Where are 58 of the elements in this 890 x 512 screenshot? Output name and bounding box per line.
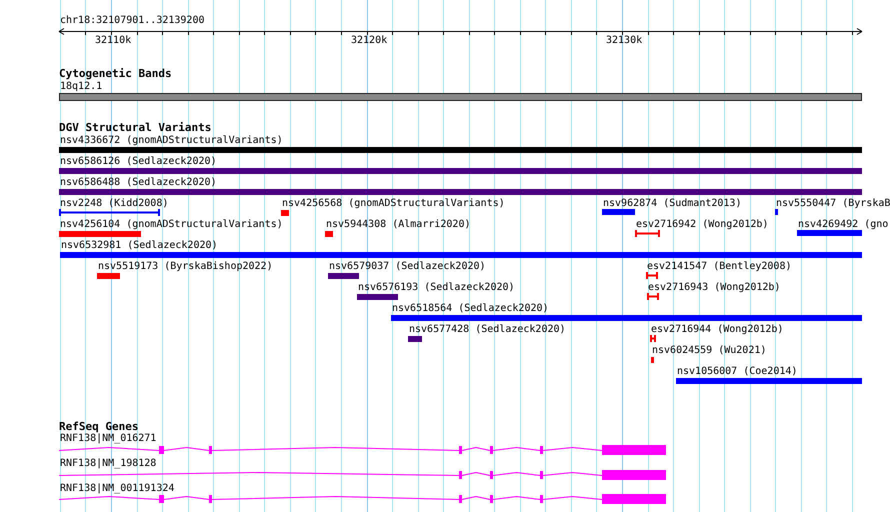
tick-label: 32120k (351, 35, 388, 46)
variant-bar[interactable] (59, 189, 862, 195)
variant-label: nsv2248 (Kidd2008) (60, 198, 168, 209)
variant-span[interactable] (647, 293, 659, 300)
variant-bar[interactable] (775, 209, 778, 215)
track-title: RefSeq Genes (59, 421, 138, 432)
variant-bar[interactable] (602, 209, 635, 215)
variant-label: nsv4256568 (gnomADStructuralVariants) (282, 198, 505, 209)
tick-label: 32130k (606, 35, 642, 46)
band-label: 18q12.1 (60, 81, 102, 92)
variant-label: nsv6532981 (Sedlazeck2020) (61, 240, 218, 251)
variant-label: nsv6576193 (Sedlazeck2020) (358, 282, 515, 293)
variant-label: esv2141547 (Bentley2008) (647, 261, 792, 272)
variant-span[interactable] (646, 272, 658, 279)
variant-label: nsv6577428 (Sedlazeck2020) (409, 324, 566, 335)
gene-model[interactable] (59, 494, 666, 504)
variant-bar[interactable] (391, 315, 862, 321)
variant-label: nsv4336672 (gnomADStructuralVariants) (60, 135, 283, 146)
variant-bar[interactable] (797, 230, 862, 236)
variant-label: nsv962874 (Sudmant2013) (603, 198, 742, 209)
variant-bar[interactable] (408, 336, 422, 342)
variant-label: nsv4269492 (gno (798, 219, 888, 230)
variant-bar[interactable] (60, 252, 862, 258)
variant-label: nsv4256104 (gnomADStructuralVariants) (60, 219, 283, 230)
gene-model[interactable] (59, 445, 666, 455)
location-label: chr18:32107901..32139200 (60, 15, 204, 26)
variant-label: nsv5944308 (Almarri2020) (326, 219, 470, 230)
variant-label: nsv5550447 (ByrskaB (776, 198, 890, 209)
variant-bar[interactable] (59, 231, 141, 237)
variant-label: nsv1056007 (Coe2014) (677, 366, 798, 377)
gene-label: RNF138|NM_198128 (60, 458, 156, 469)
gene-label: RNF138|NM_001191324 (60, 483, 174, 494)
variant-bar[interactable] (651, 357, 654, 363)
variant-span[interactable] (635, 230, 660, 237)
tick-label: 32110k (95, 35, 132, 46)
variant-span[interactable] (59, 209, 160, 216)
variant-label: nsv6024559 (Wu2021) (652, 345, 766, 356)
variant-label: nsv6518564 (Sedlazeck2020) (392, 303, 549, 314)
variant-span[interactable] (650, 335, 656, 342)
variant-bar[interactable] (59, 168, 862, 174)
variant-label: esv2716942 (Wong2012b) (636, 219, 768, 230)
variant-bar[interactable] (357, 294, 398, 300)
track-title: Cytogenetic Bands (59, 68, 172, 79)
variant-bar[interactable] (328, 273, 359, 279)
track-title: DGV Structural Variants (59, 122, 212, 133)
gene-model[interactable] (59, 470, 666, 480)
variant-label: nsv6586488 (Sedlazeck2020) (60, 177, 217, 188)
variant-label: nsv6579037 (Sedlazeck2020) (329, 261, 486, 272)
variant-bar[interactable] (676, 378, 862, 384)
variant-label: esv2716944 (Wong2012b) (651, 324, 784, 335)
gene-label: RNF138|NM_016271 (60, 433, 156, 444)
variant-bar[interactable] (325, 231, 333, 237)
variant-label: nsv5519173 (ByrskaBishop2022) (98, 261, 273, 272)
variant-label: nsv6586126 (Sedlazeck2020) (60, 156, 217, 167)
variant-label: esv2716943 (Wong2012b) (648, 282, 780, 293)
variant-bar[interactable] (97, 273, 120, 279)
variant-bar[interactable] (59, 147, 862, 153)
variant-bar[interactable] (281, 210, 289, 216)
